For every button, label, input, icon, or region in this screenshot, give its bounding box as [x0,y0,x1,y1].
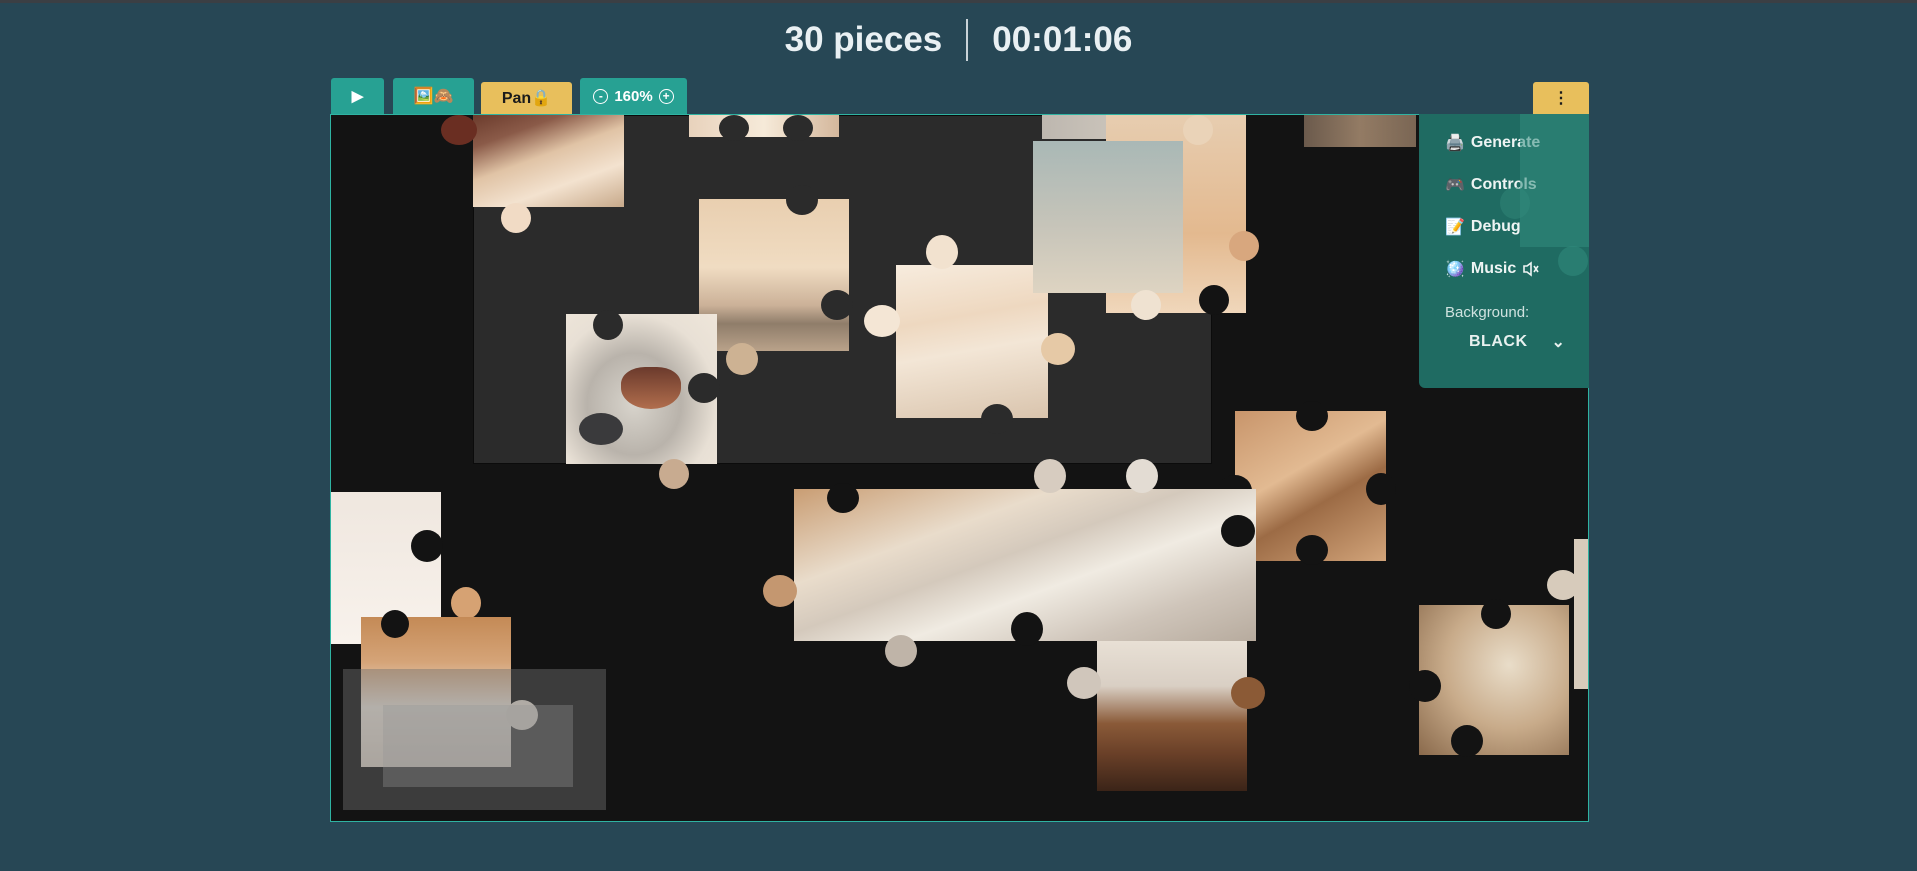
piece-notch [827,483,859,513]
puzzle-piece-tab [1183,115,1213,145]
piece-count: 30 pieces [784,20,943,59]
menu-item-debug[interactable]: 📝 Debug [1445,217,1521,237]
puzzle-piece[interactable] [473,115,624,207]
selection-preview-inner [383,705,573,787]
piece-notch [381,610,409,638]
puzzle-piece-tab [1131,290,1161,320]
puzzle-piece-tab [659,459,689,489]
menu-item-label: Debug [1470,218,1521,235]
piece-notch [719,115,749,141]
printer-icon: 🖨️ [1445,135,1465,152]
menu-item-label: Music [1470,260,1517,277]
disco-ball-icon: 🪩 [1445,261,1465,278]
more-options-button[interactable]: ⋮ [1533,82,1589,114]
piece-notch [1221,515,1255,547]
piece-notch [1296,535,1328,565]
puzzle-piece-tab [1229,231,1259,261]
piece-notch [1366,473,1396,505]
puzzle-piece-tab [1231,677,1265,709]
piece-notch [1011,612,1043,646]
puzzle-piece-tab [726,343,758,375]
piece-notch [1409,670,1441,702]
puzzle-piece-tab [1500,187,1530,219]
piece-notch [821,290,853,320]
preview-toggle-button[interactable]: 🖼️🙈 [393,78,474,114]
zoom-in-icon[interactable]: + [658,88,674,104]
puzzle-piece-tab [763,575,797,607]
puzzle-piece[interactable] [1574,539,1588,689]
sunglasses-lens [621,367,681,409]
piece-notch [1296,401,1328,431]
background-value: BLACK [1469,333,1528,350]
menu-item-music[interactable]: 🪩 Music [1445,259,1540,279]
piece-notch [1199,285,1229,315]
puzzle-piece-tab [1558,246,1588,276]
puzzle-piece-tab [926,235,958,269]
puzzle-piece-tab [1547,570,1579,600]
background-label: Background: [1445,304,1530,321]
window-top-border [0,0,1917,3]
piece-notch [783,115,813,141]
zoom-control: - 160% + [580,78,687,114]
game-header: 30 pieces 00:01:06 [0,14,1917,66]
zoom-out-icon[interactable]: - [593,88,609,104]
zoom-level: 160% [614,87,653,105]
preview-image-icon: 🖼️🙈 [413,88,454,105]
puzzle-piece-tab [501,203,531,233]
piece-notch [411,530,443,562]
puzzle-piece[interactable] [1304,115,1416,147]
puzzle-piece-tab [1034,459,1066,493]
piece-notch [786,185,818,215]
play-icon: ▶ [351,88,364,105]
puzzle-board[interactable] [330,114,1589,822]
piece-notch [688,373,720,403]
chevron-down-icon: ⌄ [1551,334,1566,351]
kebab-menu-icon: ⋮ [1553,90,1569,107]
pan-lock-button[interactable]: Pan🔒 [481,82,572,114]
puzzle-piece-tab [1067,667,1101,699]
pan-label: Pan🔒 [501,90,552,107]
play-button[interactable]: ▶ [331,78,384,114]
timer: 00:01:06 [992,20,1133,59]
piece-notch [1451,725,1483,757]
gamepad-icon: 🎮 [1445,177,1465,194]
piece-notch [1481,599,1511,629]
memo-icon: 📝 [1445,219,1465,236]
puzzle-piece[interactable] [1097,641,1247,791]
puzzle-piece-tab [885,635,917,667]
puzzle-piece[interactable] [1520,114,1589,247]
puzzle-piece-tab [1041,333,1075,365]
puzzle-piece-tab [451,587,481,619]
puzzle-piece[interactable] [1033,141,1183,293]
puzzle-piece-tab [864,305,900,337]
background-select[interactable]: BLACK ⌄ [1469,332,1565,352]
puzzle-piece[interactable] [699,199,849,351]
speaker-muted-icon[interactable] [1522,261,1540,277]
piece-notch [593,310,623,340]
piece-notch [981,404,1013,434]
bear-nose [579,413,623,445]
puzzle-piece[interactable] [896,265,1048,418]
puzzle-piece-tab [441,115,477,145]
header-separator [966,19,969,61]
puzzle-piece[interactable] [689,115,839,137]
puzzle-piece-tab [1126,459,1158,493]
